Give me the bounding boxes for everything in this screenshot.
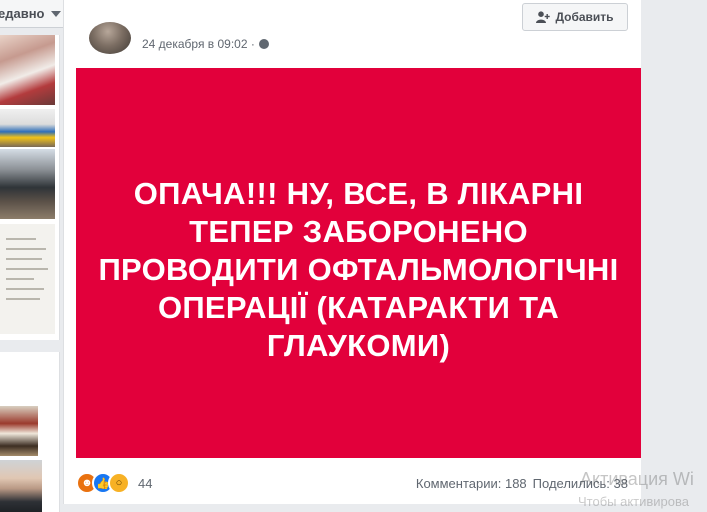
document-line [6, 268, 48, 270]
post-card: 24 декабря в 09:02 · Добавить ОПАЧА!!! Н… [63, 0, 642, 504]
banner-text: ОПАЧА!!! НУ, ВСЕ, В ЛІКАРНІ ТЕПЕР ЗАБОРО… [98, 176, 619, 363]
document-line [6, 248, 46, 250]
photos-card [0, 35, 60, 340]
add-friend-button[interactable]: Добавить [522, 3, 628, 31]
document-line [6, 278, 34, 280]
add-person-icon [536, 11, 551, 23]
document-line [6, 258, 42, 260]
document-line [6, 288, 44, 290]
photo-thumbnail[interactable] [0, 109, 55, 147]
left-column: едавно [0, 0, 74, 512]
reactions-bar: ☻ 👍 ○ 44 Комментарии: 188 Поделились: 38 [76, 470, 641, 496]
document-line [6, 298, 40, 300]
document-line [6, 238, 36, 240]
post-timestamp[interactable]: 24 декабря в 09:02 · [142, 37, 255, 51]
chevron-down-icon [50, 10, 61, 17]
photo-thumbnail[interactable] [0, 35, 55, 105]
right-gray-area [641, 0, 707, 504]
reaction-count[interactable]: 44 [138, 476, 152, 491]
post-meta: 24 декабря в 09:02 · [142, 37, 269, 51]
avatar[interactable] [89, 22, 131, 54]
friends-card [0, 352, 60, 512]
wow-icon[interactable]: ○ [108, 472, 130, 494]
photo-thumbnail[interactable] [0, 224, 55, 334]
post-stats: Комментарии: 188 Поделились: 38 [416, 476, 628, 491]
sort-dropdown-label: едавно [0, 6, 45, 21]
photo-thumbnail[interactable] [0, 149, 55, 219]
friend-photo[interactable] [0, 406, 38, 456]
friend-photo[interactable] [0, 460, 42, 512]
comments-count[interactable]: Комментарии: 188 [416, 476, 527, 491]
post-banner[interactable]: ОПАЧА!!! НУ, ВСЕ, В ЛІКАРНІ ТЕПЕР ЗАБОРО… [76, 68, 641, 458]
shares-count[interactable]: Поделились: 38 [533, 476, 628, 491]
globe-icon [258, 39, 269, 49]
add-friend-button-label: Добавить [555, 10, 614, 24]
